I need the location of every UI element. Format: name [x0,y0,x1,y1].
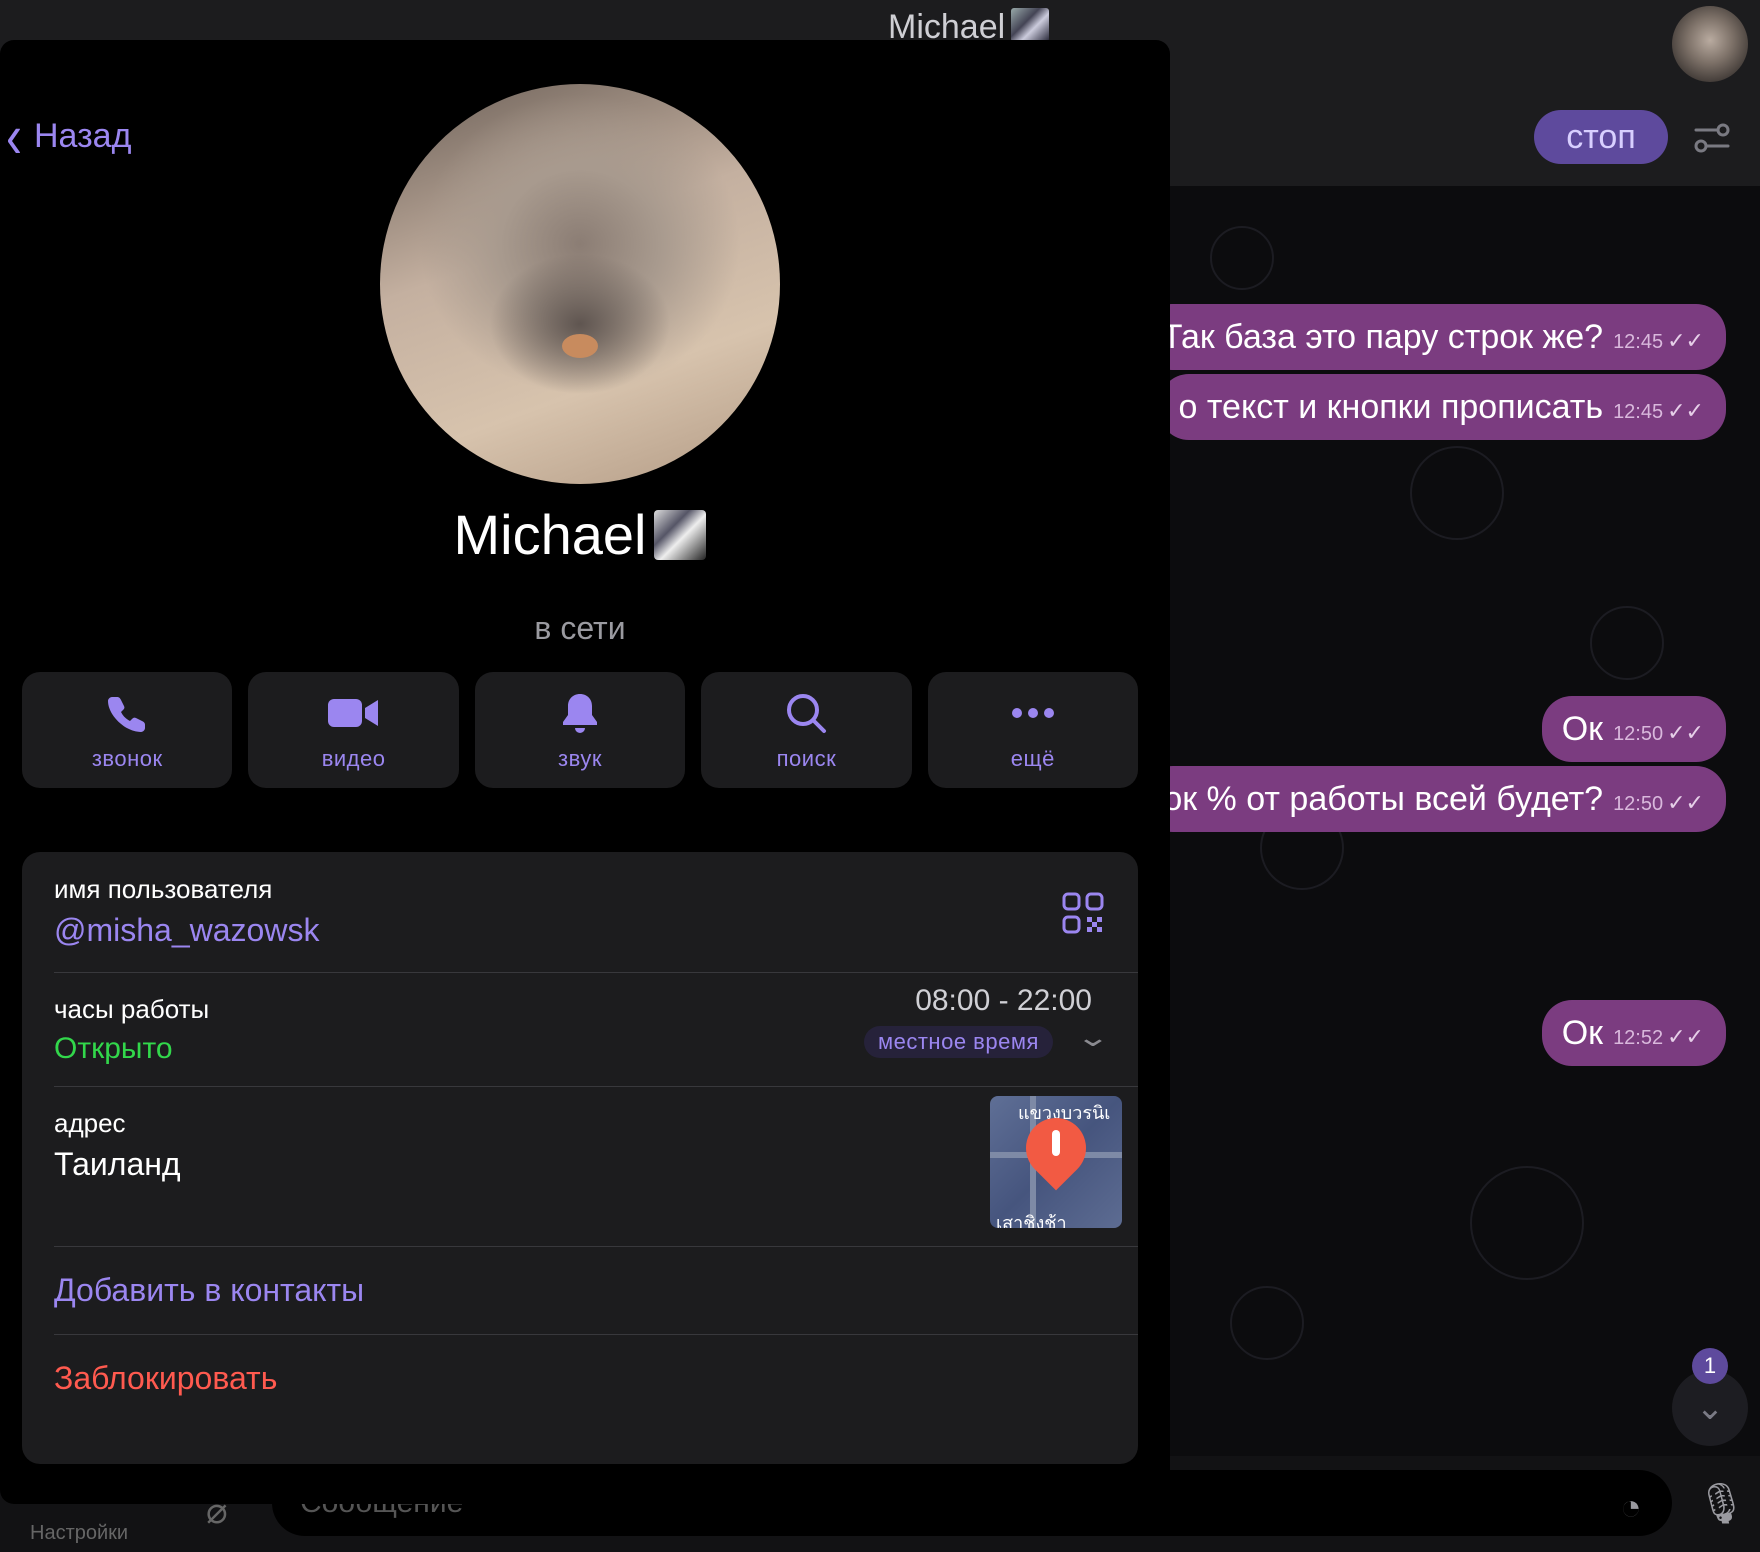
message-text: Ок [1561,1014,1604,1052]
map-thumbnail[interactable]: แขวงบวรนิเ เสาชิงช้า [990,1096,1122,1228]
settings-tab-label[interactable]: Настройки [30,1522,128,1545]
block-button[interactable]: Заблокировать [54,1360,277,1397]
sound-button[interactable]: звук [474,672,686,788]
message-time: 12:52 [1613,1027,1664,1049]
read-ticks-icon: ✓✓ [1667,720,1704,745]
doodle-decoration [1410,446,1504,540]
profile-panel: ‹ Назад Michael в сети звонок видео звук… [0,40,1170,1504]
message-time: 12:45 [1613,331,1664,353]
custom-emoji-icon[interactable] [654,510,707,560]
local-time-toggle[interactable]: местное время [864,1026,1053,1058]
call-label: звонок [91,746,163,771]
hours-value: 08:00 - 22:00 [915,984,1092,1017]
read-ticks-icon: ✓✓ [1667,1024,1704,1049]
unread-badge: 1 [1692,1348,1728,1384]
address-value: Таиланд [54,1146,181,1182]
phone-icon [108,697,146,732]
address-label: адрес [54,1108,126,1138]
message-time: 12:45 [1613,401,1664,423]
map-pin-needle [1052,1130,1060,1156]
divider [54,972,1138,973]
doodle-decoration [1470,1166,1584,1280]
message-time: 12:50 [1613,793,1664,815]
divider [54,1086,1138,1087]
profile-name: Michael [0,502,1160,567]
doodle-decoration [1210,226,1274,290]
username-value[interactable]: @misha_wazowsk [54,912,319,949]
more-label: ещё [1010,746,1055,771]
qr-code-icon[interactable] [1062,892,1104,934]
profile-avatar[interactable] [380,84,780,484]
more-button[interactable]: ещё [927,672,1139,788]
message-bubble[interactable]: ок % от работы всей будет? 12:50 ✓✓ [1143,766,1726,832]
profile-name-text: Michael [453,503,647,566]
chevron-down-icon: ⌄ [1695,1389,1725,1427]
sticker-icon[interactable]: ◔ [1620,1486,1642,1528]
microphone-icon[interactable]: 🎙 [1696,1480,1747,1527]
chat-messages-area[interactable]: Так база это пару строк же? 12:45 ✓✓ о тек… [1141,186,1760,1456]
call-button[interactable]: звонок [22,672,233,788]
hours-status: Открыто [54,1032,173,1065]
video-label: видео [321,746,386,771]
read-ticks-icon: ✓✓ [1667,328,1704,353]
back-label: Назад [33,117,132,155]
search-label: поиск [776,746,837,771]
profile-info-card: имя пользователя @misha_wazowsk часы раб… [22,852,1138,1464]
stop-button[interactable]: стоп [1534,110,1668,164]
search-icon [787,694,827,733]
read-ticks-icon: ✓✓ [1667,398,1704,423]
map-label: เสาชิงช้า [996,1213,1067,1228]
message-time: 12:50 [1613,723,1664,745]
message-bubble[interactable]: Ок 12:52 ✓✓ [1541,1000,1726,1066]
message-bubble[interactable]: Ок 12:50 ✓✓ [1541,696,1726,762]
chevron-down-icon[interactable]: ⌄ [1075,1022,1110,1053]
more-icon [1011,708,1054,718]
message-text: о текст и кнопки прописать [1178,388,1604,426]
username-label: имя пользователя [54,874,273,904]
read-ticks-icon: ✓✓ [1667,790,1704,815]
chat-subbar [1170,88,1760,186]
message-bubble[interactable]: о текст и кнопки прописать 12:45 ✓✓ [1158,374,1726,440]
avatar-detail [562,334,598,358]
profile-actions: звонок видео звук поиск ещё [22,672,1139,788]
message-text: Так база это пару строк же? [1161,318,1604,356]
message-text: ок % от работы всей будет? [1163,780,1604,818]
hours-label: часы работы [54,994,210,1024]
sound-label: звук [558,746,602,771]
add-to-contacts-button[interactable]: Добавить в контакты [54,1272,364,1309]
custom-emoji-icon [1011,8,1050,42]
chat-avatar[interactable] [1672,6,1748,82]
online-status: в сети [534,610,626,646]
video-button[interactable]: видео [248,672,459,788]
search-button[interactable]: поиск [701,672,912,788]
divider [54,1334,1138,1335]
bell-icon [563,694,598,733]
message-bubble[interactable]: Так база это пару строк же? 12:45 ✓✓ [1141,304,1726,370]
chevron-left-icon: ‹ [6,103,22,172]
back-button[interactable]: ‹ Назад [6,103,132,172]
message-text: Ок [1561,710,1604,748]
video-icon [327,699,378,727]
divider [54,1246,1138,1247]
filter-icon[interactable] [1692,118,1732,158]
doodle-decoration [1590,606,1664,680]
doodle-decoration [1230,1286,1304,1360]
